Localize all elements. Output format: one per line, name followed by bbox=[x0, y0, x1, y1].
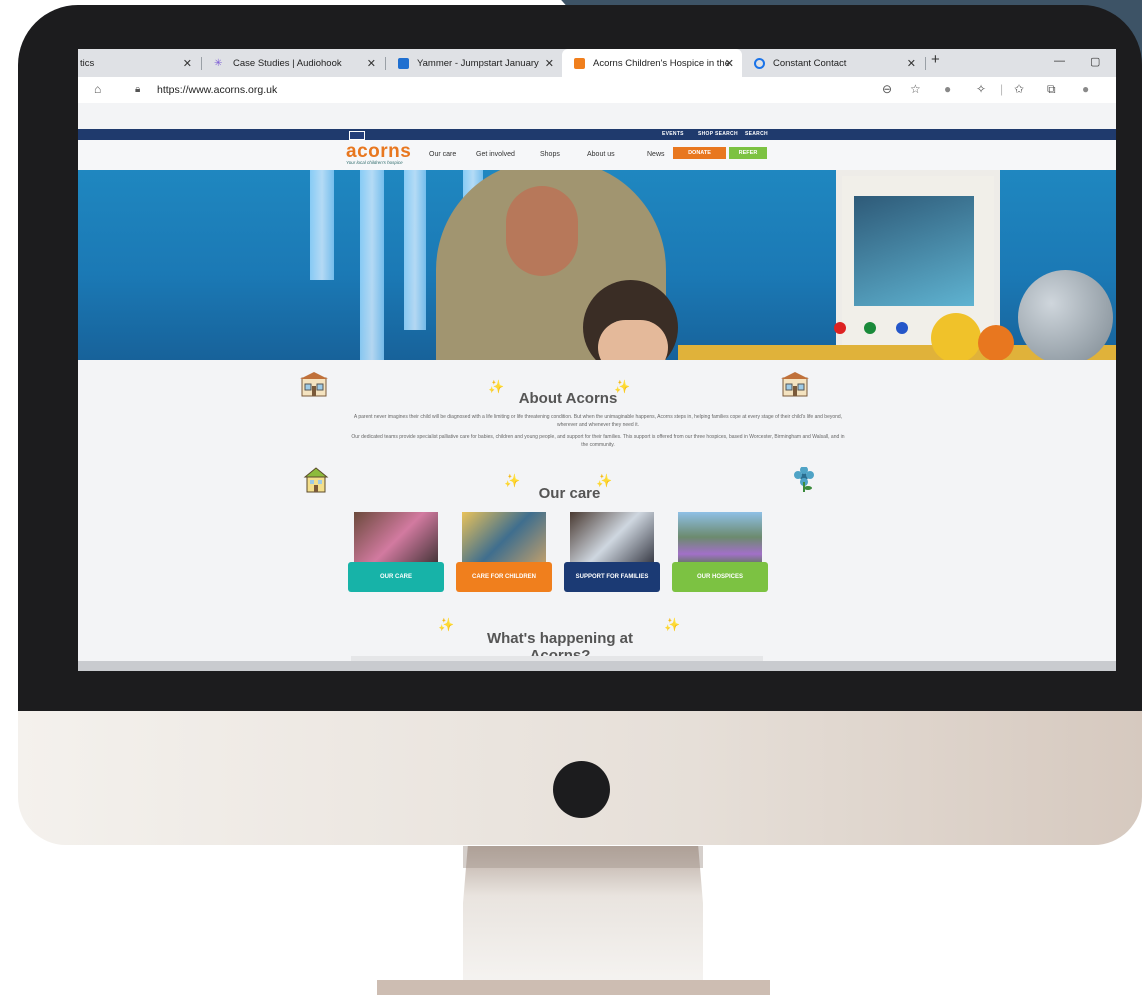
profile-avatar[interactable]: ● bbox=[1082, 82, 1089, 96]
language-flag-icon[interactable] bbox=[349, 131, 365, 140]
tab-yammer[interactable]: Yammer - Jumpstart January ✕ bbox=[386, 49, 562, 77]
home-icon[interactable]: ⌂ bbox=[94, 82, 101, 96]
events-link[interactable]: EVENTS bbox=[662, 131, 684, 137]
nav-about-us[interactable]: About us bbox=[587, 151, 615, 158]
shop-search-link[interactable]: SHOP SEARCH bbox=[698, 131, 738, 137]
tab-label: Acorns Children's Hospice in the bbox=[593, 57, 730, 69]
imac-monitor: tics ✕ ✳ Case Studies | Audiohook ✕ Yamm… bbox=[18, 5, 1142, 845]
chin-logo-dot bbox=[553, 761, 610, 818]
tab-analytics[interactable]: tics ✕ bbox=[78, 49, 200, 77]
audiohook-icon: ✳ bbox=[214, 57, 223, 69]
monitor-base bbox=[377, 980, 770, 995]
lock-icon: 🔒︎ bbox=[135, 84, 141, 95]
close-icon[interactable]: ✕ bbox=[545, 57, 554, 70]
tab-label: Yammer - Jumpstart January bbox=[417, 57, 539, 69]
browser-tab-bar: tics ✕ ✳ Case Studies | Audiohook ✕ Yamm… bbox=[78, 49, 1116, 77]
stand-shadow bbox=[463, 846, 703, 868]
card-label: SUPPORT FOR FAMILIES bbox=[564, 562, 660, 592]
monitor-chin bbox=[18, 711, 1142, 845]
logo-tagline: Your local children's hospice bbox=[346, 160, 403, 165]
search-link[interactable]: SEARCH bbox=[745, 131, 768, 137]
address-bar: ⌂ 🔒︎ https://www.acorns.org.uk ⊖ ☆ ● ✧ |… bbox=[78, 77, 1116, 103]
tab-constant-contact[interactable]: Constant Contact ✕ bbox=[742, 49, 924, 77]
tab-label: Constant Contact bbox=[773, 57, 847, 69]
refer-button[interactable]: REFER bbox=[729, 147, 767, 159]
web-page: EVENTS SHOP SEARCH SEARCH acorns Your lo… bbox=[78, 103, 1116, 671]
restore-button[interactable]: ▢ bbox=[1090, 55, 1100, 68]
donate-button[interactable]: DONATE bbox=[673, 147, 726, 159]
card-photo bbox=[462, 512, 546, 568]
new-tab-button[interactable]: + bbox=[931, 51, 940, 68]
close-icon[interactable]: ✕ bbox=[907, 57, 916, 70]
about-title: About Acorns bbox=[518, 390, 618, 407]
hero-image bbox=[78, 170, 1116, 360]
house-icon bbox=[302, 467, 330, 493]
building-icon bbox=[781, 371, 809, 397]
favorites-icon[interactable]: ✩ bbox=[1014, 82, 1024, 96]
star-icon: ✨ bbox=[438, 617, 455, 632]
extensions-icon[interactable]: ✧ bbox=[976, 82, 986, 96]
nav-our-care[interactable]: Our care bbox=[429, 151, 456, 158]
star-icon: ✨ bbox=[614, 379, 631, 394]
tab-audiohook[interactable]: ✳ Case Studies | Audiohook ✕ bbox=[202, 49, 384, 77]
card-photo bbox=[354, 512, 438, 568]
close-icon[interactable]: ✕ bbox=[367, 57, 376, 70]
star-icon: ✨ bbox=[504, 473, 521, 488]
building-icon bbox=[300, 371, 328, 397]
nav-shops[interactable]: Shops bbox=[540, 151, 560, 158]
favorite-star-icon[interactable]: ☆ bbox=[910, 82, 921, 96]
constant-contact-icon bbox=[754, 57, 765, 69]
tab-label: tics bbox=[80, 57, 95, 69]
site-top-strip: EVENTS SHOP SEARCH SEARCH bbox=[78, 129, 1116, 140]
star-icon: ✨ bbox=[596, 473, 613, 488]
tab-label: Case Studies | Audiohook bbox=[233, 57, 342, 69]
acorns-favicon bbox=[574, 57, 585, 69]
about-paragraph-1: A parent never imagines their child will… bbox=[353, 414, 843, 428]
collections-icon[interactable]: ⧉ bbox=[1047, 82, 1056, 97]
screen: tics ✕ ✳ Case Studies | Audiohook ✕ Yamm… bbox=[78, 49, 1116, 671]
grammarly-icon[interactable]: ● bbox=[944, 82, 951, 96]
site-navbar: acorns Your local children's hospice Our… bbox=[78, 140, 1116, 171]
card-photo bbox=[570, 512, 654, 568]
card-label: CARE FOR CHILDREN bbox=[456, 562, 552, 592]
nav-news[interactable]: News bbox=[647, 151, 665, 158]
tab-acorns[interactable]: Acorns Children's Hospice in the ✕ bbox=[562, 49, 742, 77]
star-icon: ✨ bbox=[664, 617, 681, 632]
about-paragraph-2: Our dedicated teams provide specialist p… bbox=[351, 434, 845, 448]
close-icon[interactable]: ✕ bbox=[725, 57, 734, 70]
flower-icon bbox=[790, 466, 818, 493]
toolbar-separator: | bbox=[1000, 82, 1004, 96]
card-photo bbox=[678, 512, 762, 568]
card-label: OUR CARE bbox=[348, 562, 444, 592]
close-icon[interactable]: ✕ bbox=[183, 57, 192, 70]
star-icon: ✨ bbox=[488, 379, 505, 394]
url-input[interactable]: https://www.acorns.org.uk bbox=[157, 84, 277, 96]
card-label: OUR HOSPICES bbox=[672, 562, 768, 592]
yammer-icon bbox=[398, 57, 409, 69]
minimize-button[interactable]: — bbox=[1054, 55, 1065, 67]
nav-get-involved[interactable]: Get involved bbox=[476, 151, 515, 158]
zoom-icon[interactable]: ⊖ bbox=[882, 82, 892, 96]
scroll-edge bbox=[78, 661, 1116, 671]
